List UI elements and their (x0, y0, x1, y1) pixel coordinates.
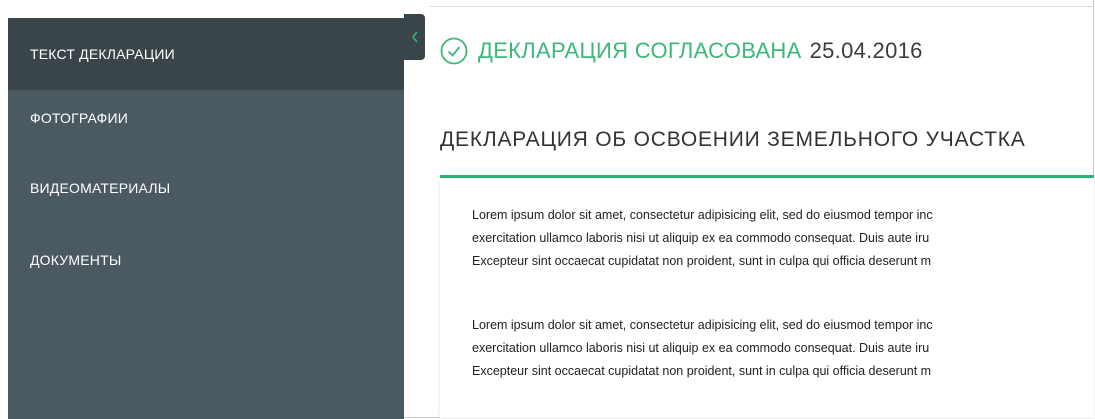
paragraph-line: exercitation ullamco laboris nisi ut ali… (472, 341, 930, 355)
sidebar-item-label: ФОТОГРАФИИ (30, 110, 128, 126)
paragraph-line: Excepteur sint occaecat cupidatat non pr… (472, 364, 932, 378)
paragraph-line: Lorem ipsum dolor sit amet, consectetur … (472, 208, 933, 222)
sidebar-item-videos[interactable]: ВИДЕОМАТЕРИАЛЫ (8, 160, 404, 216)
sidebar-item-label: ТЕКСТ ДЕКЛАРАЦИИ (30, 46, 175, 62)
status-date: 25.04.2016 (809, 38, 923, 63)
chevron-left-icon (411, 31, 418, 43)
sidebar-item-photos[interactable]: ФОТОГРАФИИ (8, 90, 404, 146)
sidebar-item-declaration-text[interactable]: ТЕКСТ ДЕКЛАРАЦИИ (8, 18, 404, 90)
paragraph-line: Excepteur sint occaecat cupidatat non pr… (472, 254, 932, 268)
approval-status: ДЕКЛАРАЦИЯ СОГЛАСОВАНА 25.04.2016 (440, 36, 923, 66)
app-window: ТЕКСТ ДЕКЛАРАЦИИ ФОТОГРАФИИ ВИДЕОМАТЕРИА… (0, 0, 1095, 419)
check-circle-icon (440, 37, 468, 65)
sidebar-item-documents[interactable]: ДОКУМЕНТЫ (8, 232, 404, 288)
paragraph-line: Lorem ipsum dolor sit amet, consectetur … (472, 318, 933, 332)
paragraph: Lorem ipsum dolor sit amet, consectetur … (472, 204, 1094, 273)
document-body: Lorem ipsum dolor sit amet, consectetur … (440, 178, 1094, 418)
document-title: ДЕКЛАРАЦИЯ ОБ ОСВОЕНИИ ЗЕМЕЛЬНОГО УЧАСТК… (440, 128, 1026, 151)
sidebar-collapse-button[interactable] (404, 14, 425, 60)
sidebar-item-label: ВИДЕОМАТЕРИАЛЫ (30, 180, 171, 196)
sidebar: ТЕКСТ ДЕКЛАРАЦИИ ФОТОГРАФИИ ВИДЕОМАТЕРИА… (8, 18, 404, 419)
paragraph: Lorem ipsum dolor sit amet, consectetur … (472, 314, 1094, 383)
top-divider (430, 6, 1094, 7)
paragraph-line: exercitation ullamco laboris nisi ut ali… (472, 231, 930, 245)
status-text: ДЕКЛАРАЦИЯ СОГЛАСОВАНА (478, 38, 802, 63)
sidebar-item-label: ДОКУМЕНТЫ (30, 252, 122, 268)
